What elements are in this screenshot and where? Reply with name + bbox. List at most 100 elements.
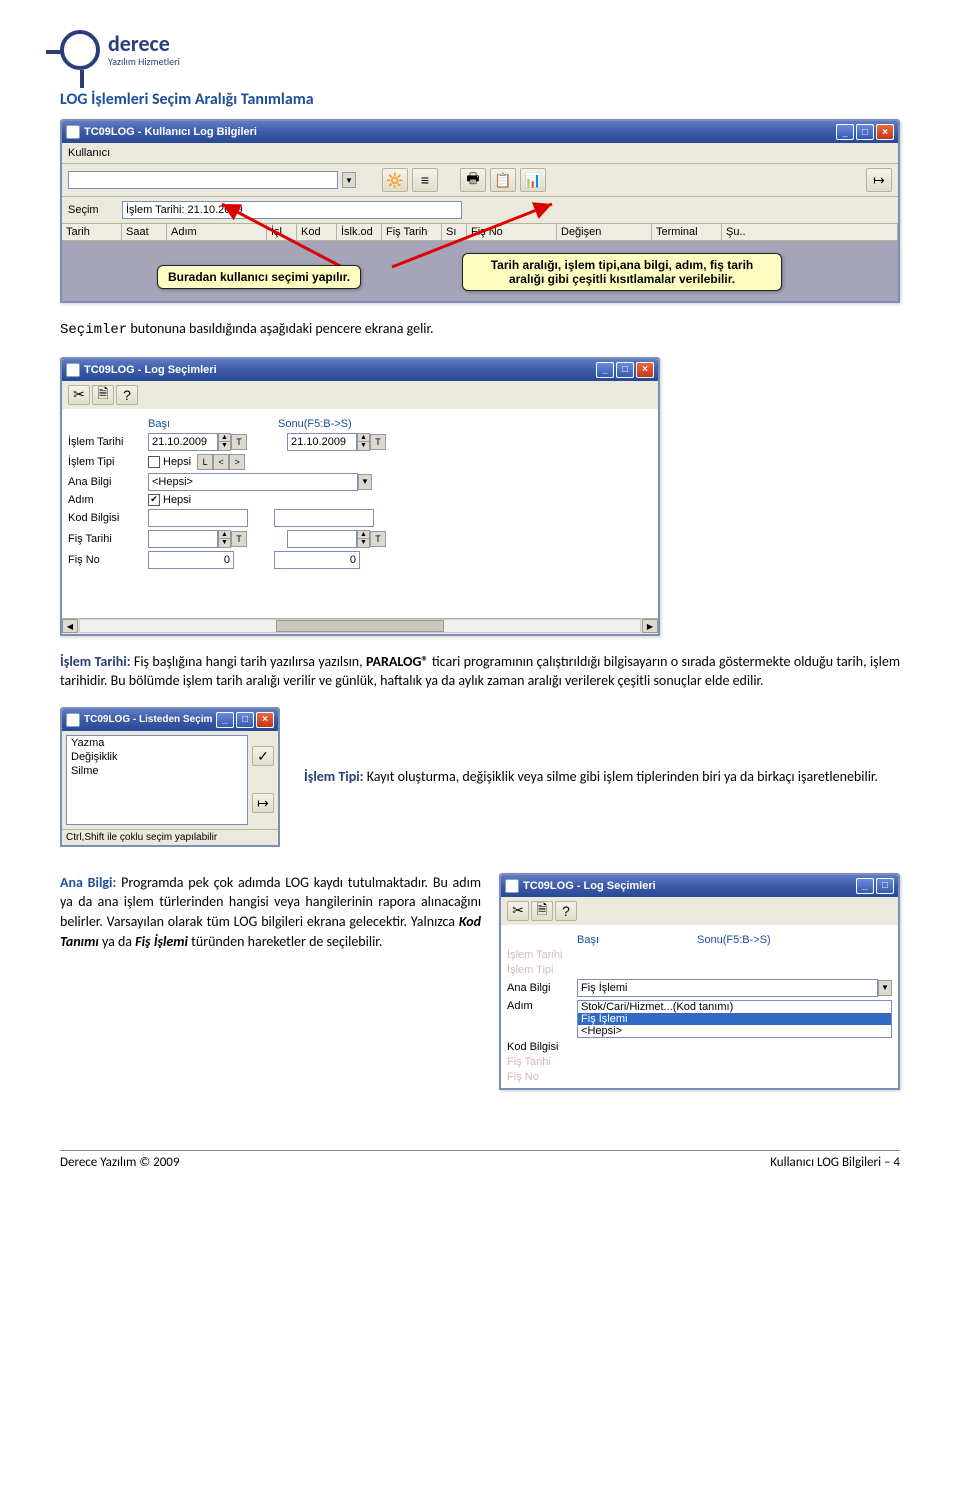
next-icon[interactable]: > xyxy=(229,454,245,470)
listbox-islem-tipi[interactable]: Yazma Değişiklik Silme xyxy=(66,735,248,825)
spinner-4[interactable]: ▲▼ xyxy=(357,530,370,548)
dropdown-list-open[interactable]: Stok/Cari/Hizmet...(Kod tanımı) Fiş İşle… xyxy=(577,1000,892,1038)
tool-icon-2[interactable]: 🗎 xyxy=(92,385,114,405)
maximize-button[interactable]: □ xyxy=(856,124,874,140)
exit-icon[interactable]: ↦ xyxy=(252,793,274,813)
list-item[interactable]: <Hepsi> xyxy=(578,1025,891,1037)
minimize-button[interactable]: _ xyxy=(856,878,874,894)
mono-secimler: Seçimler xyxy=(60,322,127,338)
dropdown-arrow-icon[interactable]: ▼ xyxy=(878,980,892,996)
dropdown-arrow-icon[interactable]: ▼ xyxy=(358,474,372,490)
cal-icon[interactable]: T xyxy=(231,531,247,547)
spinner-2[interactable]: ▲▼ xyxy=(357,433,370,451)
selection-field[interactable]: İşlem Tarihi: 21.10.2009 xyxy=(122,201,462,219)
page-footer: Derece Yazılım © 2009 Kullanıcı LOG Bilg… xyxy=(60,1150,900,1170)
ok-icon[interactable]: ✓ xyxy=(252,746,274,766)
column-headers: Tarih Saat Adım İşl Kod İslk.od Fiş Tari… xyxy=(62,223,898,241)
input-fisno-sonu[interactable]: 0 xyxy=(274,551,360,569)
tool-icon-3[interactable]: ? xyxy=(555,901,577,921)
titlebar-3: TC09LOG - Listeden Seçim _ □ × xyxy=(62,709,278,731)
col-degisen[interactable]: Değişen xyxy=(557,224,652,240)
dropdown-arrow-icon[interactable]: ▼ xyxy=(342,172,356,188)
tool-icon-1[interactable]: ✂ xyxy=(68,385,90,405)
input-basi-tarih[interactable]: 21.10.2009 xyxy=(148,433,218,451)
col-islkod[interactable]: İslk.od xyxy=(337,224,382,240)
list-item[interactable]: Stok/Cari/Hizmet...(Kod tanımı) xyxy=(578,1001,891,1013)
minimize-button[interactable]: _ xyxy=(216,712,234,728)
paragraph-islem-tarihi: İşlem Tarihi: Fiş başlığına hangi tarih … xyxy=(60,652,900,691)
window-title-2: TC09LOG - Log Seçimleri xyxy=(84,364,594,376)
col-basi-label: Başı xyxy=(148,418,248,430)
scroll-left-icon[interactable]: ◀ xyxy=(62,619,78,633)
list-item[interactable]: Yazma xyxy=(67,736,247,750)
input-ana-bilgi-2[interactable]: Fiş İşlemi xyxy=(577,979,878,997)
cal-icon[interactable]: T xyxy=(231,434,247,450)
input-fis-basi[interactable] xyxy=(148,530,218,548)
scroll-thumb[interactable] xyxy=(276,620,444,632)
p3b: Kayıt oluşturma, değişiklik veya silme g… xyxy=(364,768,878,785)
print-icon[interactable]: 🖶 xyxy=(460,168,486,192)
col-saat[interactable]: Saat xyxy=(122,224,167,240)
col-fisno[interactable]: Fiş No xyxy=(467,224,557,240)
statusbar-text: Ctrl,Shift ile çoklu seçim yapılabilir xyxy=(62,829,278,845)
cal-icon[interactable]: T xyxy=(370,434,386,450)
list-icon[interactable]: L xyxy=(197,454,213,470)
scroll-right-icon[interactable]: ▶ xyxy=(642,619,658,633)
tool-icon-2[interactable]: 🗎 xyxy=(531,901,553,921)
label-dim-islem-tarihi: İşlem Tarihi xyxy=(507,949,577,961)
label-fis-tarihi: Fiş Tarihi xyxy=(68,533,148,545)
minimize-button[interactable]: _ xyxy=(596,362,614,378)
prev-icon[interactable]: < xyxy=(213,454,229,470)
p4f: türünden hareketler de seçilebilir. xyxy=(188,933,382,950)
cal-icon[interactable]: T xyxy=(370,531,386,547)
checkbox-hepsi-adim[interactable]: ✔ xyxy=(148,494,160,506)
input-kod-sonu[interactable] xyxy=(274,509,374,527)
label-ana-bilgi: Ana Bilgi xyxy=(68,476,148,488)
input-kod-basi[interactable] xyxy=(148,509,248,527)
logo: derece Yazılım Hizmetleri xyxy=(60,30,900,70)
input-fisno-basi[interactable]: 0 xyxy=(148,551,234,569)
copy-icon[interactable]: 📋 xyxy=(490,168,516,192)
col-fistarih[interactable]: Fiş Tarih xyxy=(382,224,442,240)
window-log-secimleri-2: TC09LOG - Log Seçimleri _ □ ✂ 🗎 ? Başı S… xyxy=(499,873,900,1090)
titlebar: TC09LOG - Kullanıcı Log Bilgileri _ □ × xyxy=(62,121,898,143)
spinner-1[interactable]: ▲▼ xyxy=(218,433,231,451)
callout-user-select: Buradan kullanıcı seçimi yapılır. xyxy=(157,265,361,289)
close-button[interactable]: × xyxy=(876,124,894,140)
export-excel-icon[interactable]: 📊 xyxy=(520,168,546,192)
checkbox-hepsi-tipi[interactable] xyxy=(148,456,160,468)
col-su[interactable]: Şu.. xyxy=(722,224,898,240)
label-ana-bilgi-2: Ana Bilgi xyxy=(507,982,577,994)
input-fis-sonu[interactable] xyxy=(287,530,357,548)
label-islem-tarihi: İşlem Tarihi xyxy=(68,436,148,448)
spinner-3[interactable]: ▲▼ xyxy=(218,530,231,548)
col-isl[interactable]: İşl xyxy=(267,224,297,240)
paralog-brand: PARALOG® xyxy=(366,653,429,670)
close-button[interactable]: × xyxy=(636,362,654,378)
h-scrollbar[interactable]: ◀ ▶ xyxy=(62,618,658,634)
input-ana-bilgi[interactable]: <Hepsi> xyxy=(148,473,358,491)
exit-icon[interactable]: ↦ xyxy=(866,168,892,192)
col-kod[interactable]: Kod xyxy=(297,224,337,240)
list-item[interactable]: Değişiklik xyxy=(67,750,247,764)
list-item[interactable]: Silme xyxy=(67,764,247,778)
col-adim[interactable]: Adım xyxy=(167,224,267,240)
refresh-icon[interactable]: 🔆 xyxy=(382,168,408,192)
close-button[interactable]: × xyxy=(256,712,274,728)
tool-icon-3[interactable]: ? xyxy=(116,385,138,405)
window-title: TC09LOG - Kullanıcı Log Bilgileri xyxy=(84,126,834,138)
user-dropdown[interactable] xyxy=(68,171,338,189)
minimize-button[interactable]: _ xyxy=(836,124,854,140)
col-tarih[interactable]: Tarih xyxy=(62,224,122,240)
maximize-button[interactable]: □ xyxy=(616,362,634,378)
maximize-button[interactable]: □ xyxy=(236,712,254,728)
input-sonu-tarih[interactable]: 21.10.2009 xyxy=(287,433,357,451)
col-terminal[interactable]: Terminal xyxy=(652,224,722,240)
maximize-button[interactable]: □ xyxy=(876,878,894,894)
tool-icon-1[interactable]: ✂ xyxy=(507,901,529,921)
col-si[interactable]: Sı xyxy=(442,224,467,240)
footer-right: Kullanıcı LOG Bilgileri – 4 xyxy=(770,1155,900,1170)
checkbox-label-hepsi: Hepsi xyxy=(163,456,191,468)
list-item-selected[interactable]: Fiş İşlemi xyxy=(578,1013,891,1025)
list-icon[interactable]: ≡ xyxy=(412,168,438,192)
